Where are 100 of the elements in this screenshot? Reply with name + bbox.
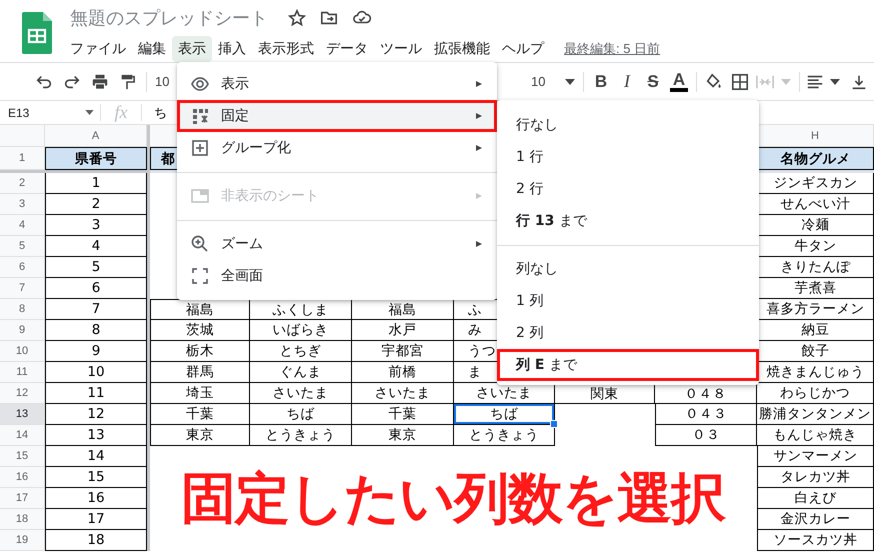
row-header[interactable]: 13 [0,404,45,425]
table-cell[interactable]: さいたま [352,383,454,404]
document-title[interactable]: 無題のスプレッドシート [70,6,268,30]
menu-bar-item[interactable]: 拡張機能 [428,36,496,62]
table-cell[interactable]: 5 [45,257,147,278]
row-header[interactable]: 17 [0,488,45,509]
table-cell[interactable]: 2 [45,194,147,215]
table-cell[interactable]: 宇都宮 [352,341,454,362]
menu-bar-item[interactable]: 編集 [132,36,172,62]
table-cell[interactable]: 4 [45,236,147,257]
menu-bar-item[interactable]: ツール [374,36,428,62]
table-cell[interactable]: 16 [45,488,147,509]
menu-item[interactable]: 行なし [497,109,759,141]
table-cell[interactable]: いばらき [250,320,352,341]
vertical-align-icon[interactable] [850,72,868,90]
menu-item[interactable]: 1 行 [497,141,759,173]
formula-input[interactable]: ち [154,104,167,122]
fill-handle[interactable] [550,420,558,428]
print-icon[interactable] [91,72,109,90]
table-cell[interactable]: 県番号 [45,147,147,170]
name-box[interactable]: E13 [0,106,100,120]
table-cell[interactable]: とうきょう [250,425,352,446]
row-header[interactable]: 5 [0,236,45,257]
row-header[interactable]: 7 [0,278,45,299]
bold-button[interactable]: B [588,68,614,94]
table-cell[interactable]: サンマーメン [757,446,874,467]
table-cell[interactable]: 白えび [757,488,874,509]
row-header[interactable]: 9 [0,320,45,341]
table-cell[interactable]: さいたま [250,383,352,404]
last-edit-link[interactable]: 最終編集: 5 日前 [564,40,660,58]
paint-bucket-icon[interactable] [705,72,723,90]
table-cell[interactable]: 東京 [352,425,454,446]
row-header[interactable]: 6 [0,257,45,278]
grid-icon[interactable] [731,72,749,90]
table-cell[interactable]: ぐんま [250,362,352,383]
menu-item[interactable]: 1 列 [497,285,759,317]
table-cell[interactable]: 7 [45,299,147,320]
row-header[interactable]: 12 [0,383,45,404]
menu-bar-item[interactable]: 挿入 [212,36,252,62]
table-cell[interactable]: 前橋 [352,362,454,383]
table-cell[interactable]: 群馬 [150,362,250,383]
table-cell[interactable]: 14 [45,446,147,467]
paint-roller-icon[interactable] [119,72,135,90]
table-cell[interactable]: 金沢カレー [757,509,874,530]
table-cell[interactable]: 茨城 [150,320,250,341]
table-cell[interactable]: 焼きまんじゅう [757,362,874,383]
menu-bar-item[interactable]: 表示形式 [252,36,320,62]
menu-item[interactable]: 列なし [497,253,759,285]
zoom-field[interactable]: 10 [155,74,170,89]
table-cell[interactable]: 15 [45,467,147,488]
table-cell[interactable]: 18 [45,530,147,551]
table-cell[interactable]: 千葉 [150,404,250,425]
table-cell[interactable]: 勝浦タンタンメン [757,404,874,425]
table-cell[interactable]: ま [454,362,497,383]
row-header[interactable]: 18 [0,509,45,530]
table-cell[interactable]: 千葉 [352,404,454,425]
table-cell[interactable]: 1 [45,173,147,194]
table-cell[interactable]: ０４３ [655,404,757,425]
row-header[interactable]: 15 [0,446,45,467]
table-cell[interactable]: 12 [45,404,147,425]
table-cell[interactable]: 13 [45,425,147,446]
table-cell[interactable]: 3 [45,215,147,236]
table-cell[interactable]: 6 [45,278,147,299]
font-size-field[interactable]: 10 [525,74,579,89]
table-cell[interactable]: 11 [45,383,147,404]
row-header[interactable]: 14 [0,425,45,446]
menu-bar-item[interactable]: 表示 [172,36,212,62]
row-header[interactable]: 10 [0,341,45,362]
table-cell[interactable]: とちぎ [250,341,352,362]
menu-item[interactable]: ズーム [177,228,497,260]
table-cell[interactable]: わらじかつ [757,383,874,404]
table-cell[interactable]: もんじゃ焼き [757,425,874,446]
table-cell[interactable]: ちば [454,404,555,425]
table-cell[interactable]: 9 [45,341,147,362]
strike-button[interactable]: S [640,68,666,94]
row-header[interactable]: 1 [0,147,45,170]
table-cell[interactable]: ソースカツ丼 [757,530,874,551]
table-cell[interactable]: 東京 [150,425,250,446]
menu-item[interactable]: 表示 [177,68,497,100]
menu-item[interactable]: 2 行 [497,173,759,205]
star-icon[interactable] [288,9,306,27]
menu-bar-item[interactable]: ヘルプ [496,36,550,62]
folder-icon[interactable] [320,9,338,27]
italic-button[interactable]: I [614,68,640,94]
table-cell[interactable]: ちば [250,404,352,425]
table-cell[interactable]: 埼玉 [150,383,250,404]
row-header[interactable]: 8 [0,299,45,320]
row-header[interactable]: 3 [0,194,45,215]
row-header[interactable]: 11 [0,362,45,383]
color-button[interactable]: A [666,68,692,94]
table-cell[interactable]: 17 [45,509,147,530]
table-cell[interactable]: 水戸 [352,320,454,341]
table-cell[interactable]: 10 [45,362,147,383]
menu-bar-item[interactable]: ファイル [64,36,132,62]
table-cell[interactable]: とうきょう [454,425,555,446]
table-cell[interactable]: 都 [150,147,177,170]
row-header[interactable]: 19 [0,530,45,551]
table-cell[interactable]: 名物グルメ [757,147,874,170]
table-cell[interactable]: 8 [45,320,147,341]
table-cell[interactable]: ０３ [655,425,757,446]
